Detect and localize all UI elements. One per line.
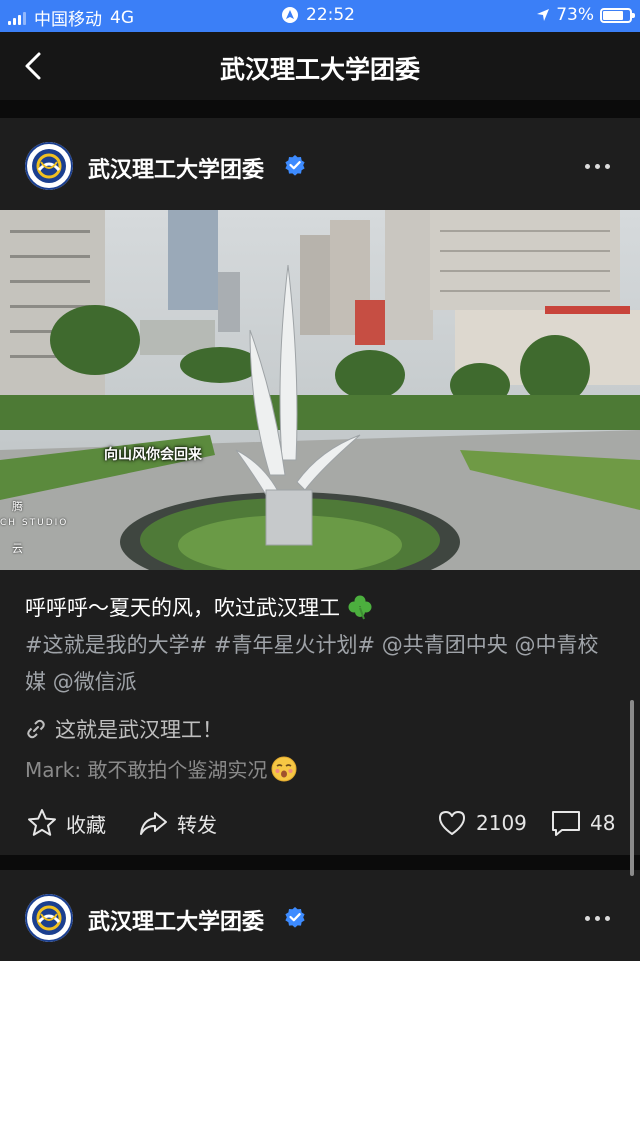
emoji-icon (271, 756, 297, 781)
like-count: 2109 (476, 811, 527, 835)
carrier-label: 中国移动 (34, 10, 102, 30)
verified-icon (285, 155, 305, 176)
share-icon (140, 812, 167, 835)
network-label: 4G (110, 7, 134, 28)
more-icon[interactable] (585, 916, 610, 921)
more-icon[interactable] (585, 164, 610, 169)
account-name[interactable]: 武汉理工大学团委 (88, 904, 264, 936)
battery-icon (600, 7, 635, 23)
page-title: 武汉理工大学团委 (219, 55, 420, 84)
status-left: 中国移动 4G (8, 5, 134, 30)
video-frame (0, 210, 640, 570)
clover-emoji-icon (348, 595, 372, 620)
like-button[interactable]: 2109 (436, 798, 527, 848)
avatar[interactable] (25, 142, 73, 190)
post-text: 呼呼呼～夏天的风，吹过武汉理工 #这就是我的大学# #青年星火计划# @共青团中… (25, 590, 615, 701)
video-caption: 向山风你会回来 (104, 447, 202, 463)
post-header: 武汉理工大学团委 (0, 118, 640, 210)
share-label: 转发 (177, 812, 217, 837)
star-icon (28, 809, 56, 836)
mark-line: Mark: 敢不敢拍个鉴湖实况 (25, 754, 297, 783)
link-icon (27, 719, 45, 739)
heart-icon (439, 811, 465, 835)
comment-count: 48 (590, 811, 616, 835)
status-center: 22:52 (282, 5, 355, 25)
location-arrow-icon (537, 9, 550, 21)
avatar[interactable] (25, 894, 73, 942)
favorite-label: 收藏 (66, 812, 106, 837)
post-header: 武汉理工大学团委 (0, 870, 640, 962)
location-badge-icon (282, 7, 298, 23)
comment-button[interactable]: 48 (550, 798, 615, 848)
watermark-top: 腾 (12, 500, 23, 513)
share-button[interactable]: 转发 (137, 798, 217, 848)
status-right: 73% (536, 5, 635, 25)
feed: 武汉理工大学团委 向山风你会回来 腾 CH STUDIO 云 呼呼呼～夏天的风，… (0, 100, 640, 961)
post-tags: #这就是我的大学# #青年星火计划# @共青团中央 @中青校媒 @微信派 (25, 627, 615, 701)
status-bar: 中国移动 4G 22:52 73% (0, 0, 640, 32)
hashtag-link[interactable]: #青年星火计划# (214, 633, 375, 657)
signal-icon (8, 11, 26, 25)
post-actions: 收藏 转发 2109 48 (0, 798, 640, 848)
post-card: 武汉理工大学团委 (0, 118, 640, 855)
verified-icon (285, 907, 305, 928)
nav-bar: 武汉理工大学团委 (0, 32, 640, 100)
mention-link[interactable]: @共青团中央 (382, 633, 508, 657)
post-link[interactable]: 这就是武汉理工！ (25, 714, 223, 744)
comment-icon (552, 811, 580, 836)
clock: 22:52 (306, 5, 355, 25)
mention-link[interactable]: @微信派 (53, 670, 137, 694)
mark-text: Mark: 敢不敢拍个鉴湖实况 (25, 758, 268, 782)
favorite-button[interactable]: 收藏 (26, 798, 106, 848)
battery-percent: 73% (556, 5, 594, 25)
link-text: 这就是武汉理工！ (55, 718, 223, 742)
video-player[interactable]: 向山风你会回来 腾 CH STUDIO 云 (0, 210, 640, 570)
hashtag-link[interactable]: #这就是我的大学# (25, 633, 207, 657)
account-name[interactable]: 武汉理工大学团委 (88, 152, 264, 184)
watermark-bottom: 云 (12, 542, 23, 555)
scrollbar[interactable] (630, 700, 634, 876)
watermark-studio: CH STUDIO (0, 518, 69, 528)
post-card: 武汉理工大学团委 (0, 870, 640, 961)
post-text-line1: 呼呼呼～夏天的风，吹过武汉理工 (25, 590, 615, 627)
post-text-main: 呼呼呼～夏天的风，吹过武汉理工 (25, 596, 340, 620)
